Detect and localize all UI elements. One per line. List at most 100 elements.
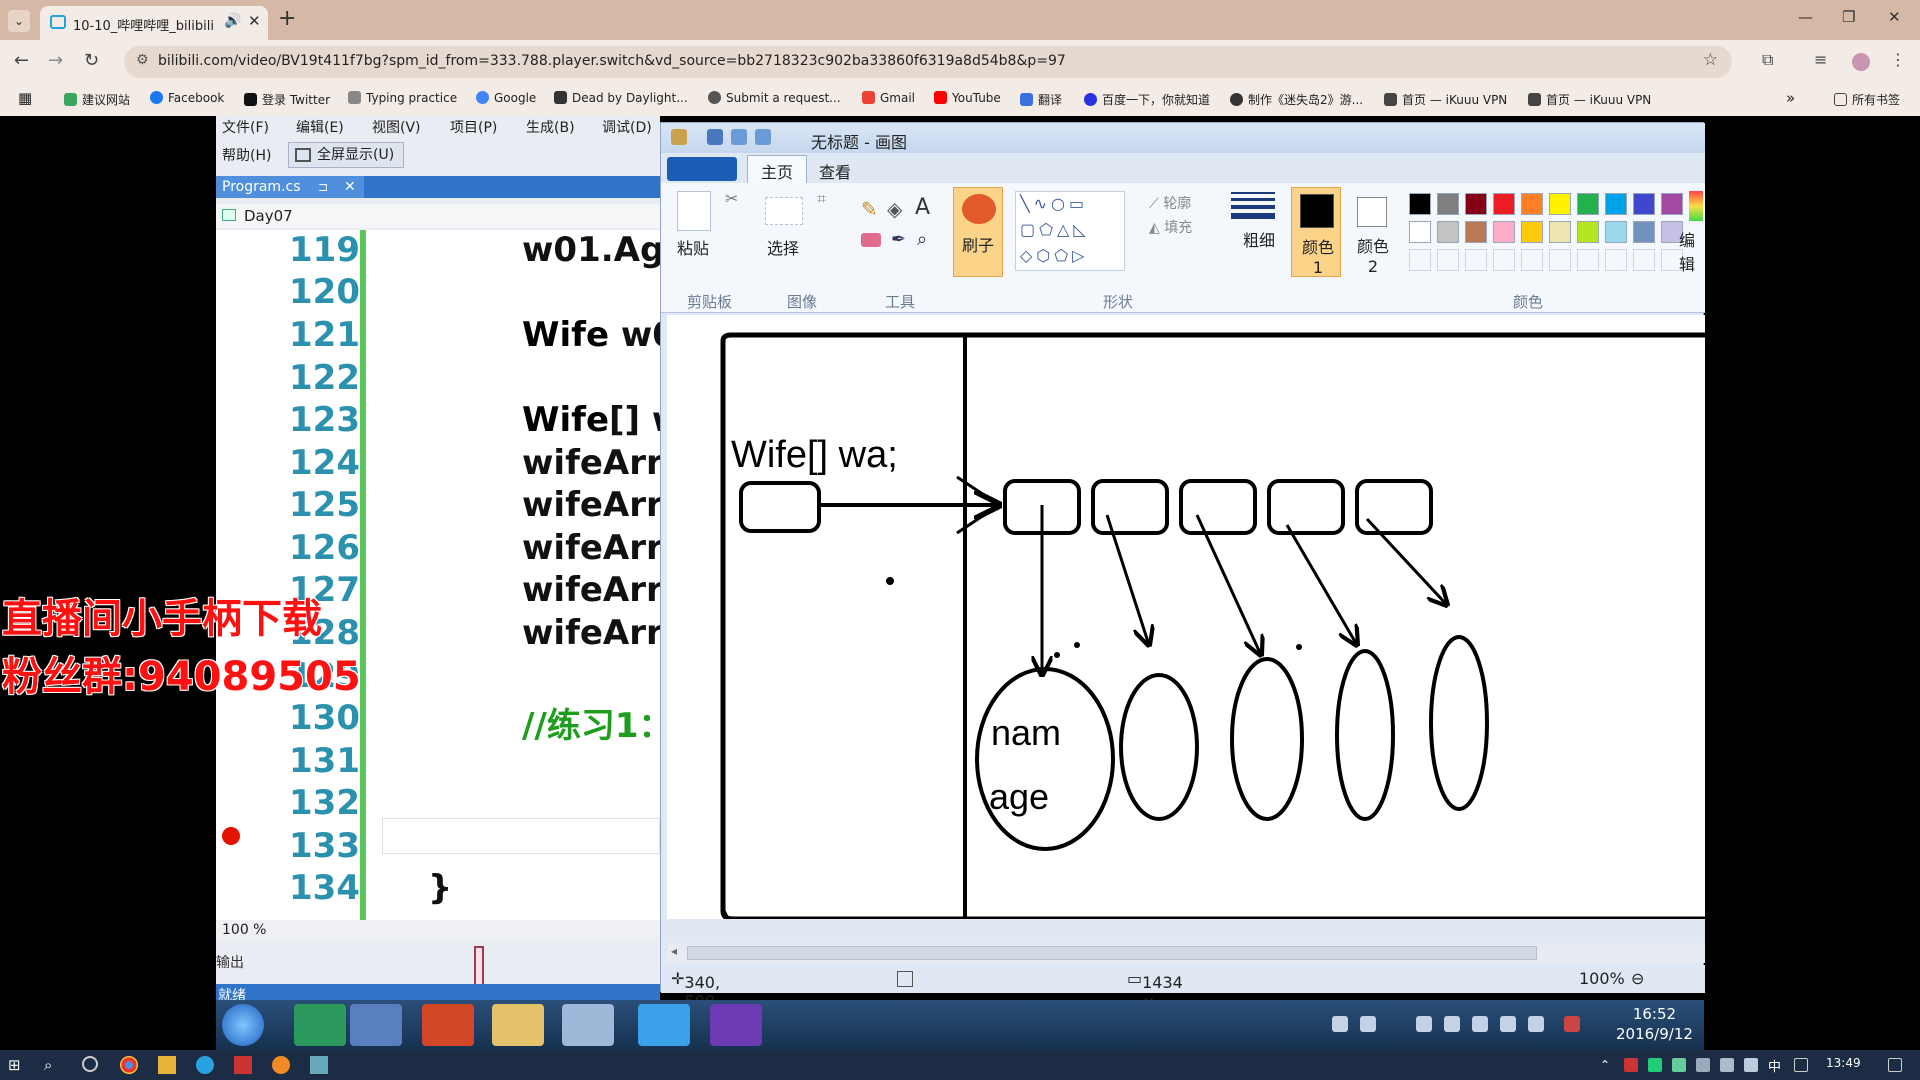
menu-kebab-icon[interactable]: ⋮ [1890, 50, 1906, 69]
empty-color-swatch[interactable] [1409, 249, 1431, 271]
close-doc-icon[interactable]: ✕ [344, 176, 356, 198]
vs-menu-debug[interactable]: 调试(D) [602, 117, 652, 137]
pencil-icon[interactable]: ✎ [861, 197, 878, 221]
eraser-icon[interactable] [861, 233, 881, 247]
bookmark-13[interactable]: 首页 — iKuuu VPN [1528, 91, 1651, 108]
color-swatch[interactable] [1409, 193, 1431, 215]
color2-button[interactable]: 颜色 2 [1347, 187, 1397, 277]
fill-bucket-icon[interactable]: ◈ [887, 197, 902, 221]
vs-menu-edit[interactable]: 编辑(E) [296, 117, 344, 137]
color-swatch[interactable] [1549, 193, 1571, 215]
color-swatch[interactable] [1437, 221, 1459, 243]
extensions-icon[interactable]: ⧉ [1762, 50, 1773, 70]
code-editor[interactable]: 119 120 121 122 123 124 125 126 127 128 … [216, 230, 683, 986]
notification-icon[interactable] [1888, 1058, 1902, 1072]
breakpoint-icon[interactable] [222, 827, 240, 845]
edit-colors-label[interactable]: 编辑 [1679, 227, 1705, 275]
taskbar-clock[interactable]: 13:49 [1826, 1056, 1861, 1070]
vs-menu-help[interactable]: 帮助(H) [222, 145, 271, 165]
color-swatch[interactable] [1437, 193, 1459, 215]
vs-menu-file[interactable]: 文件(F) [222, 117, 269, 137]
clipboard-paste-icon[interactable] [677, 191, 711, 231]
paint-file-menu-button[interactable] [667, 157, 737, 181]
bookmark-9[interactable]: 翻译 [1020, 91, 1062, 108]
save-icon[interactable] [707, 129, 723, 145]
bookmark-star-icon[interactable]: ☆ [1703, 50, 1718, 70]
bookmark-3[interactable]: Typing practice [348, 91, 457, 105]
reload-icon[interactable]: ↻ [84, 50, 99, 71]
color-swatch[interactable] [1493, 221, 1515, 243]
bookmark-4[interactable]: Google [476, 91, 536, 105]
network-icon[interactable] [1720, 1058, 1734, 1072]
empty-color-swatch[interactable] [1577, 249, 1599, 271]
empty-color-swatch[interactable] [1549, 249, 1571, 271]
new-tab-button[interactable]: + [278, 6, 296, 31]
color-swatch[interactable] [1549, 221, 1571, 243]
fill-dropdown[interactable]: ◭ 填充 [1149, 217, 1192, 237]
color-swatch[interactable] [1577, 193, 1599, 215]
tab-home[interactable]: 主页 [747, 155, 807, 183]
video-player[interactable]: 文件(F) 编辑(E) 视图(V) 项目(P) 生成(B) 调试(D) 帮助(H… [0, 116, 1920, 1050]
empty-color-swatch[interactable] [1605, 249, 1627, 271]
magnifier-icon[interactable]: ⌕ [917, 229, 927, 250]
color-swatch[interactable] [1493, 193, 1515, 215]
zoom-dropdown[interactable]: 100 % [222, 922, 266, 938]
bookmark-12[interactable]: 首页 — iKuuu VPN [1384, 91, 1507, 108]
windows-start-icon[interactable]: ⊞ [8, 1056, 26, 1074]
tab-search-button[interactable]: ⌄ [8, 10, 30, 32]
text-tool-icon[interactable]: A [915, 195, 930, 220]
chrome-taskbar-icon[interactable] [120, 1056, 138, 1074]
color-swatch[interactable] [1521, 221, 1543, 243]
bookmark-11[interactable]: 制作《迷失岛2》游... [1230, 91, 1363, 108]
bookmark-0[interactable]: 建议网站 [64, 91, 130, 108]
crop-icon[interactable]: ⌗ [817, 189, 826, 209]
apps-grid-icon[interactable]: ▦ [18, 89, 32, 107]
search-icon[interactable]: ⌕ [44, 1056, 62, 1074]
bookmark-10[interactable]: 百度一下，你就知道 [1084, 91, 1210, 108]
empty-color-swatch[interactable] [1493, 249, 1515, 271]
vs-menu-view[interactable]: 视图(V) [372, 117, 421, 137]
github-icon[interactable] [82, 1056, 98, 1072]
scroll-thumb[interactable] [687, 946, 1537, 960]
color1-button[interactable]: 颜色 1 [1291, 187, 1341, 277]
scroll-left-icon[interactable]: ◂ [671, 944, 677, 958]
vs-menu-project[interactable]: 项目(P) [450, 117, 497, 137]
forward-icon[interactable]: → [48, 50, 63, 71]
close-window-icon[interactable]: ✕ [1888, 8, 1901, 26]
pin-icon[interactable]: ⊐ [318, 176, 328, 198]
shapes-gallery[interactable]: ╲∿○▭ ▢⬠△◺ ◇⬡⬠▷ [1015, 191, 1125, 271]
fullscreen-button[interactable]: 全屏显示(U) [288, 142, 404, 168]
undo-icon[interactable] [731, 129, 747, 145]
minimize-icon[interactable]: — [1798, 8, 1813, 26]
close-tab-icon[interactable]: ✕ [248, 12, 261, 30]
color-swatch[interactable] [1633, 193, 1655, 215]
app-taskbar-icon-3[interactable] [310, 1056, 328, 1074]
keyboard-icon[interactable] [1794, 1058, 1808, 1072]
app-taskbar-icon-2[interactable] [272, 1056, 290, 1074]
reading-list-icon[interactable]: ≡ [1814, 50, 1827, 69]
outline-dropdown[interactable]: ⟋ 轮廓 [1149, 193, 1191, 213]
edit-colors-icon[interactable] [1689, 191, 1703, 221]
color-swatch[interactable] [1605, 193, 1627, 215]
class-navigation-dropdown[interactable]: Day07 [216, 204, 660, 228]
empty-color-swatch[interactable] [1521, 249, 1543, 271]
color-swatch[interactable] [1409, 221, 1431, 243]
profile-avatar-icon[interactable] [1852, 53, 1870, 71]
doc-tab-program-cs[interactable]: Program.cs ⊐ ✕ [216, 176, 364, 198]
empty-color-swatch[interactable] [1437, 249, 1459, 271]
color-swatch[interactable] [1605, 221, 1627, 243]
tray-icon[interactable] [1648, 1058, 1662, 1072]
bookmark-6[interactable]: Submit a request... [708, 91, 841, 105]
color-swatch[interactable] [1521, 193, 1543, 215]
color-swatch[interactable] [1465, 193, 1487, 215]
site-info-icon[interactable]: ⚙ [136, 52, 149, 68]
url-text[interactable]: bilibili.com/video/BV19t411f7bg?spm_id_f… [158, 53, 1066, 69]
back-icon[interactable]: ← [14, 50, 29, 71]
bookmark-5[interactable]: Dead by Daylight... [554, 91, 688, 105]
size-label[interactable]: 粗细 [1243, 227, 1275, 251]
app-taskbar-icon[interactable] [234, 1056, 252, 1074]
color-swatch[interactable] [1661, 193, 1683, 215]
cut-icon[interactable]: ✂ [725, 189, 738, 208]
edge-icon[interactable] [196, 1056, 214, 1074]
vs-menu-build[interactable]: 生成(B) [526, 117, 575, 137]
